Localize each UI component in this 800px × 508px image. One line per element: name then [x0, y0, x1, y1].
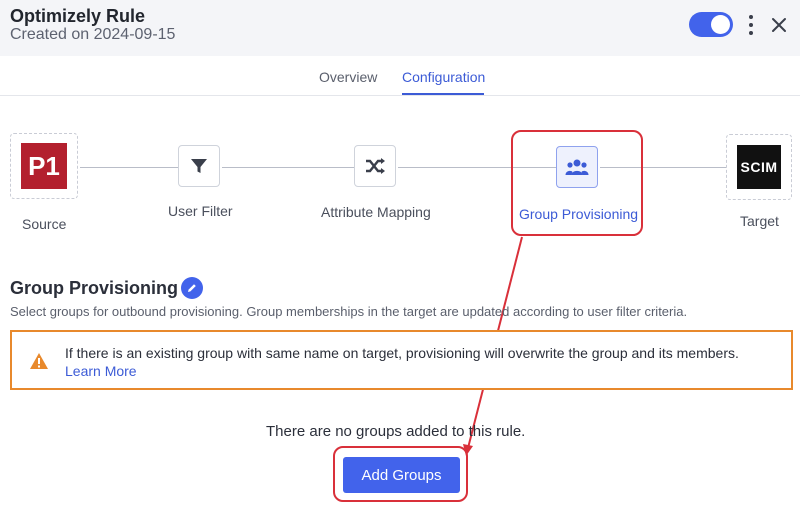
edit-icon[interactable]	[181, 277, 203, 299]
alert-message-container: If there is an existing group with same …	[65, 344, 765, 380]
section-description: Select groups for outbound provisioning.…	[10, 304, 688, 319]
stage-label-attribute-mapping: Attribute Mapping	[321, 204, 431, 220]
learn-more-link[interactable]: Learn More	[65, 363, 137, 379]
filter-icon	[191, 159, 207, 173]
created-date: Created on 2024-09-15	[10, 26, 176, 43]
source-node[interactable]: P1	[10, 133, 78, 199]
warning-alert: If there is an existing group with same …	[10, 330, 793, 390]
add-groups-button[interactable]: Add Groups	[343, 457, 460, 493]
active-tab-indicator	[402, 93, 484, 95]
scim-logo: SCIM	[737, 145, 781, 189]
section-title: Group Provisioning	[10, 278, 179, 298]
scim-logo-text: SCIM	[740, 159, 778, 175]
empty-state-message: There are no groups added to this rule.	[266, 423, 526, 440]
tab-configuration[interactable]: Configuration	[402, 69, 485, 85]
p1-logo: P1	[21, 143, 67, 189]
toggle-knob	[711, 15, 730, 34]
shuffle-icon	[366, 158, 385, 174]
header: Optimizely Rule Created on 2024-09-15	[0, 0, 800, 56]
group-provisioning-highlight	[511, 130, 643, 236]
stage-label-user-filter: User Filter	[168, 203, 233, 219]
warning-icon	[29, 352, 49, 375]
target-node[interactable]: SCIM	[726, 134, 792, 200]
enable-toggle[interactable]	[689, 12, 733, 37]
page-title: Optimizely Rule	[10, 6, 146, 26]
tab-bar: Overview Configuration	[0, 56, 800, 96]
user-filter-node[interactable]	[178, 145, 220, 187]
stage-label-target: Target	[740, 213, 779, 229]
flow-connector	[222, 167, 354, 168]
attribute-mapping-node[interactable]	[354, 145, 396, 187]
kebab-menu-icon[interactable]	[744, 13, 758, 37]
alert-message: If there is an existing group with same …	[65, 345, 739, 361]
close-icon[interactable]	[770, 14, 788, 36]
tab-overview[interactable]: Overview	[319, 69, 377, 85]
flow-connector	[80, 167, 178, 168]
stage-label-source: Source	[22, 216, 67, 232]
p1-logo-text: P1	[28, 150, 60, 181]
